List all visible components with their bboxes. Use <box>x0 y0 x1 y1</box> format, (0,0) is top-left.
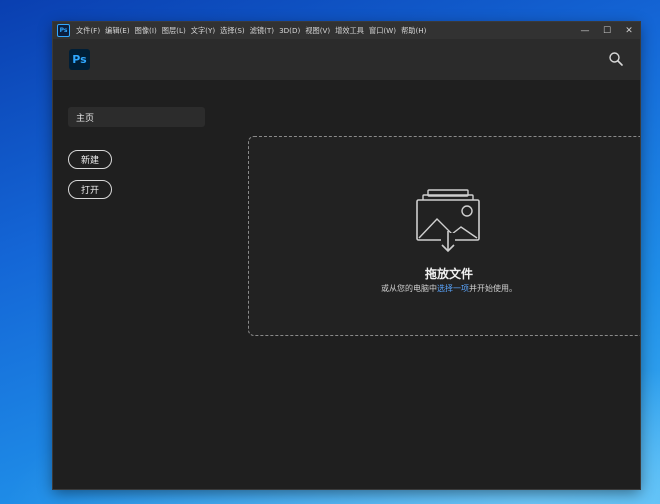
drop-zone[interactable]: 拖放文件 或从您的电脑中选择一项并开始使用。 <box>248 136 640 336</box>
menu-layer[interactable]: 图层(L) <box>162 26 186 36</box>
open-button[interactable]: 打开 <box>68 180 112 199</box>
ps-logo: Ps <box>69 49 90 70</box>
menu-window[interactable]: 窗口(W) <box>369 26 396 36</box>
menu-edit[interactable]: 编辑(E) <box>105 26 130 36</box>
menu-help[interactable]: 帮助(H) <box>401 26 426 36</box>
minimize-button[interactable]: — <box>574 22 596 39</box>
menu-image[interactable]: 图像(I) <box>135 26 157 36</box>
menu-3d[interactable]: 3D(D) <box>279 26 300 35</box>
new-button[interactable]: 新建 <box>68 150 112 169</box>
menu-plugins[interactable]: 增效工具 <box>335 26 364 36</box>
drop-subtitle-before: 或从您的电脑中 <box>381 284 437 293</box>
menu-bar: 文件(F) 编辑(E) 图像(I) 图层(L) 文字(Y) 选择(S) 滤镜(T… <box>76 22 431 39</box>
title-bar: Ps 文件(F) 编辑(E) 图像(I) 图层(L) 文字(Y) 选择(S) 滤… <box>53 22 640 39</box>
photoshop-window: Ps 文件(F) 编辑(E) 图像(I) 图层(L) 文字(Y) 选择(S) 滤… <box>53 22 640 489</box>
app-mini-icon[interactable]: Ps <box>57 24 70 37</box>
maximize-button[interactable]: ☐ <box>596 22 618 39</box>
drop-title: 拖放文件 <box>424 267 473 281</box>
menu-type[interactable]: 文字(Y) <box>191 26 215 36</box>
menu-select[interactable]: 选择(S) <box>220 26 245 36</box>
sidebar-item-home[interactable]: 主页 <box>68 107 205 127</box>
drop-subtitle: 或从您的电脑中选择一项并开始使用。 <box>249 283 640 294</box>
drop-subtitle-after: 并开始使用。 <box>469 284 517 293</box>
app-header: Ps <box>53 39 640 80</box>
select-file-link[interactable]: 选择一项 <box>437 284 469 293</box>
search-icon[interactable] <box>608 51 624 67</box>
close-button[interactable]: ✕ <box>618 22 640 39</box>
image-stack-download-icon <box>415 187 481 257</box>
menu-view[interactable]: 视图(V) <box>305 26 330 36</box>
window-controls: — ☐ ✕ <box>574 22 640 39</box>
menu-file[interactable]: 文件(F) <box>76 26 100 36</box>
menu-filter[interactable]: 滤镜(T) <box>250 26 274 36</box>
